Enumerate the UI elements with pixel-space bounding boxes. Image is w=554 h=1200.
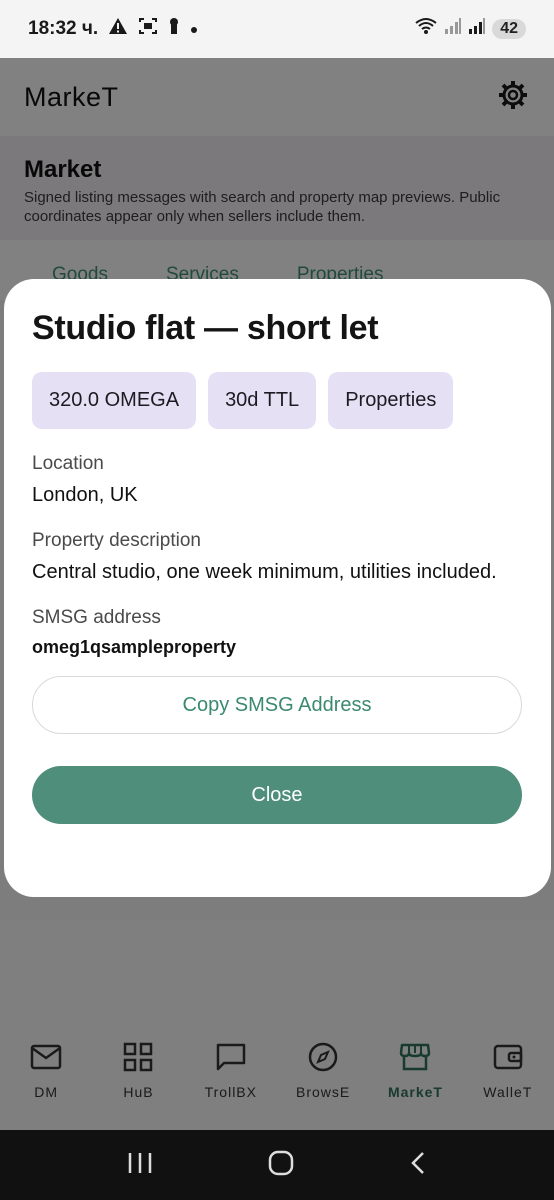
system-nav bbox=[0, 1130, 554, 1200]
address-value: omeg1qsampleproperty bbox=[32, 637, 237, 657]
signal-icon bbox=[468, 18, 486, 40]
description-value: Central studio, one week minimum, utilit… bbox=[32, 561, 497, 583]
home-icon[interactable] bbox=[268, 1150, 294, 1181]
location-value: London, UK bbox=[32, 484, 138, 506]
description-label: Property description bbox=[32, 530, 201, 551]
listing-dialog: Studio flat — short let 320.0 OMEGA 30d … bbox=[4, 279, 551, 897]
copy-address-button[interactable]: Copy SMSG Address bbox=[32, 676, 522, 734]
keyhole-icon bbox=[168, 17, 180, 41]
dialog-title: Studio flat — short let bbox=[32, 309, 379, 347]
close-button[interactable]: Close bbox=[32, 766, 522, 824]
dot-icon bbox=[190, 18, 198, 40]
signal-icon bbox=[444, 18, 462, 40]
status-time: 18:32 ч. bbox=[28, 18, 99, 39]
address-label: SMSG address bbox=[32, 607, 161, 628]
battery-indicator: 42 bbox=[492, 19, 526, 39]
category-chip: Properties bbox=[328, 372, 454, 429]
status-bar: 18:32 ч. 42 bbox=[0, 0, 554, 58]
recents-icon[interactable] bbox=[127, 1152, 153, 1179]
warning-icon bbox=[108, 17, 128, 41]
back-icon[interactable] bbox=[409, 1151, 427, 1180]
screenshot-icon bbox=[138, 17, 158, 41]
ttl-chip: 30d TTL bbox=[208, 372, 317, 429]
price-chip: 320.0 OMEGA bbox=[32, 372, 197, 429]
listing-chips: 320.0 OMEGA 30d TTL Properties bbox=[32, 372, 523, 429]
location-label: Location bbox=[32, 453, 104, 474]
wifi-icon bbox=[414, 17, 438, 41]
